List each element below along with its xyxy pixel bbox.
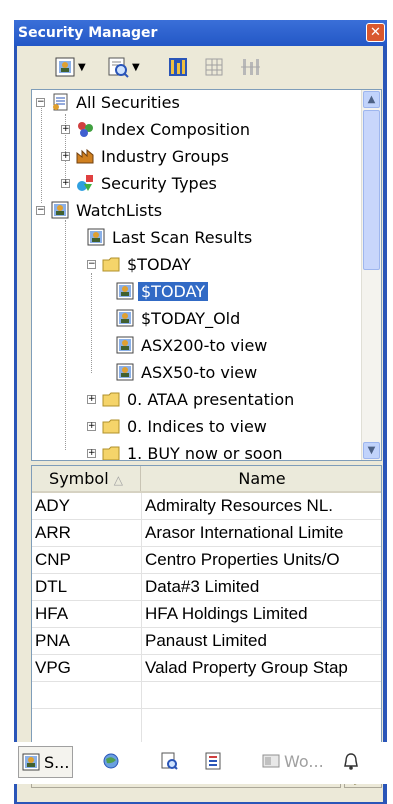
collapse-toggle[interactable]: −: [87, 259, 96, 269]
security-icon: [55, 57, 75, 77]
tree-item-watchlists[interactable]: − WatchLists: [36, 198, 165, 222]
scroll-up-button[interactable]: ▲: [363, 91, 380, 108]
checklist-icon: [205, 752, 221, 770]
folder-icon: [102, 392, 120, 407]
title-bar: Security Manager ✕: [14, 20, 387, 46]
watchlist-icon: [116, 363, 134, 381]
securities-table: Symbol △ Name ADY Admiralty Resources NL…: [31, 465, 382, 759]
scan-icon: [161, 752, 178, 770]
column-header-symbol[interactable]: Symbol △: [32, 466, 141, 491]
tree-item-asx200[interactable]: ASX200-to view: [116, 333, 270, 357]
tree-item-buy-now[interactable]: + 1. BUY now or soon: [87, 441, 286, 460]
workspace-icon: [262, 754, 280, 768]
expand-toggle[interactable]: +: [87, 448, 96, 458]
scroll-down-button[interactable]: ▼: [363, 442, 380, 459]
security-manager-window: Security Manager ✕ ▼ ▼ − All Securities …: [14, 20, 387, 804]
tab-workspace[interactable]: Wo...: [262, 746, 324, 776]
grid-button[interactable]: [203, 56, 225, 78]
folder-icon: [102, 446, 120, 460]
expand-toggle[interactable]: +: [61, 178, 70, 188]
table-row[interactable]: ARR Arasor International Limite: [32, 520, 381, 547]
industry-icon: [76, 148, 94, 164]
expand-toggle[interactable]: +: [87, 421, 96, 431]
bottom-tab-bar: S... Wo...: [0, 742, 393, 784]
tree-scrollbar[interactable]: ▲ ▼: [361, 90, 381, 460]
panel-body: ▼ ▼ − All Securities + Index Composition…: [17, 46, 383, 802]
tab-securities[interactable]: S...: [18, 746, 74, 778]
bell-icon: [344, 753, 358, 770]
watchlist-icon: [116, 336, 134, 354]
toolbar: ▼ ▼: [17, 46, 383, 86]
shapes-icon: [77, 175, 93, 191]
tree-item-industry-groups[interactable]: + Industry Groups: [61, 144, 232, 168]
tree-item-last-scan-results[interactable]: Last Scan Results: [87, 225, 255, 249]
grid-disabled-icon: [205, 58, 223, 76]
tree-item-indices-to-view[interactable]: + 0. Indices to view: [87, 414, 270, 438]
columns-disabled-icon: [241, 59, 260, 75]
tree-item-today-folder[interactable]: − $TODAY: [87, 252, 194, 276]
watchlist-icon: [87, 228, 105, 246]
molecule-icon: [78, 122, 93, 137]
list-document-icon: [53, 93, 68, 111]
tree-item-security-types[interactable]: + Security Types: [61, 171, 220, 195]
tree-item-index-composition[interactable]: + Index Composition: [61, 117, 253, 141]
tree-item-ataa-presentation[interactable]: + 0. ATAA presentation: [87, 387, 297, 411]
tab-list[interactable]: [204, 746, 226, 776]
expand-toggle[interactable]: +: [61, 151, 70, 161]
window-title: Security Manager: [18, 25, 158, 41]
tab-browser[interactable]: [102, 746, 124, 776]
tab-scan[interactable]: [160, 746, 182, 776]
table-row[interactable]: CNP Centro Properties Units/O: [32, 547, 381, 574]
table-header: Symbol △ Name: [32, 466, 381, 493]
columns-button[interactable]: [239, 56, 261, 78]
dropdown-arrow-icon[interactable]: ▼: [132, 62, 140, 73]
expand-toggle[interactable]: +: [61, 124, 70, 134]
scan-button[interactable]: ▼: [107, 56, 140, 78]
security-icon: [22, 753, 40, 771]
column-header-name[interactable]: Name: [141, 466, 381, 491]
folder-icon: [102, 419, 120, 434]
table-row[interactable]: DTL Data#3 Limited: [32, 574, 381, 601]
tree-item-all-securities[interactable]: − All Securities: [36, 90, 183, 114]
collapse-toggle[interactable]: −: [36, 97, 45, 107]
watchlist-icon: [51, 201, 69, 219]
close-button[interactable]: ✕: [366, 23, 385, 42]
film-chart-icon: [169, 58, 187, 76]
collapse-toggle[interactable]: −: [36, 205, 45, 215]
table-row[interactable]: ADY Admiralty Resources NL.: [32, 493, 381, 520]
tree-item-today-selected[interactable]: $TODAY: [116, 279, 210, 303]
tree-item-today-old[interactable]: $TODAY_Old: [116, 306, 243, 330]
globe-search-icon: [103, 753, 119, 769]
table-row[interactable]: PNA Panaust Limited: [32, 628, 381, 655]
table-row[interactable]: HFA HFA Holdings Limited: [32, 601, 381, 628]
scroll-thumb[interactable]: [363, 110, 380, 270]
dropdown-arrow-icon[interactable]: ▼: [78, 62, 86, 73]
folder-open-icon: [102, 257, 120, 272]
tree-item-asx50[interactable]: ASX50-to view: [116, 360, 260, 384]
table-row[interactable]: VPG Valad Property Group Stap: [32, 655, 381, 682]
sort-ascending-icon: △: [113, 473, 123, 487]
tab-alerts[interactable]: [342, 746, 364, 776]
security-view-button[interactable]: ▼: [55, 56, 86, 78]
film-button[interactable]: [167, 56, 189, 78]
table-row-empty: [32, 682, 381, 709]
watchlist-icon: [116, 282, 134, 300]
expand-toggle[interactable]: +: [87, 394, 96, 404]
securities-tree: − All Securities + Index Composition + I…: [31, 89, 382, 461]
scan-icon: [108, 57, 129, 78]
watchlist-icon: [116, 309, 134, 327]
